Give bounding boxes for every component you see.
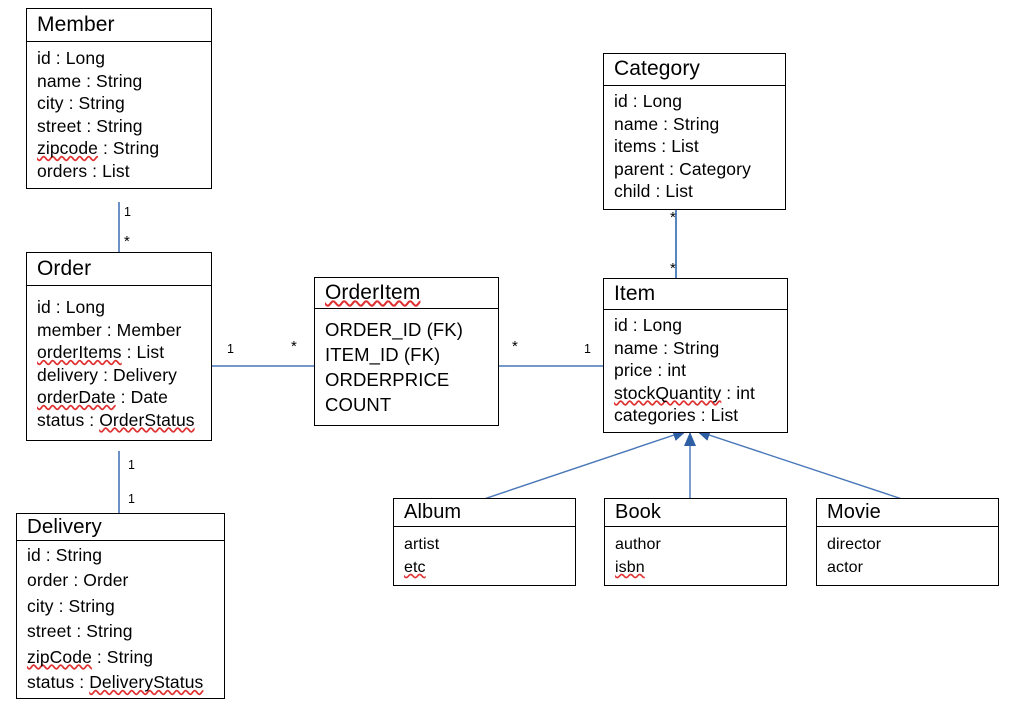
class-attribute: price : int xyxy=(614,360,687,381)
class-attribute: COUNT xyxy=(325,394,392,415)
class-attribute: items : List xyxy=(614,136,699,157)
class-box-category[interactable]: Category id : Long name : String items : L… xyxy=(603,53,786,210)
multiplicity-category-item-near-item: * xyxy=(670,260,676,277)
class-attribute: status : OrderStatus xyxy=(37,409,195,430)
class-box-order[interactable]: Order id : Long member : Member orderItems… xyxy=(26,252,212,441)
class-name-orderitem: OrderItem xyxy=(315,278,498,309)
class-attribute: actor xyxy=(827,559,864,576)
class-attribute: id : Long xyxy=(37,48,106,68)
multiplicity-order-orderitem-near-orderitem: * xyxy=(291,338,297,355)
class-attribute: street : String xyxy=(27,621,133,641)
class-attribute: id : Long xyxy=(614,315,683,335)
class-attribute: ITEM_ID (FK) xyxy=(325,344,441,365)
class-attribute: city : String xyxy=(37,93,125,114)
class-attribute: director xyxy=(827,536,882,553)
class-attribute: orders : List xyxy=(37,160,130,181)
class-attribute: ORDERPRICE xyxy=(325,369,450,390)
multiplicity-order-orderitem-near-order: 1 xyxy=(227,342,234,356)
attribute-list-book: author isbn xyxy=(605,527,786,585)
class-attribute: artist xyxy=(404,536,440,553)
class-attribute: street : String xyxy=(37,115,143,136)
class-attribute: stockQuantity : int xyxy=(614,382,755,403)
class-attribute: status : DeliveryStatus xyxy=(27,672,204,692)
class-attribute: parent : Category xyxy=(614,158,751,179)
multiplicity-order-delivery-near-order: 1 xyxy=(128,458,135,472)
class-name-movie: Movie xyxy=(817,499,998,527)
class-name-book: Book xyxy=(605,499,786,527)
class-name-order: Order xyxy=(27,253,211,286)
class-attribute: id : Long xyxy=(614,91,683,111)
class-attribute: zipCode : String xyxy=(27,646,154,667)
attribute-list-movie: director actor xyxy=(817,527,998,585)
class-box-book[interactable]: Book author isbn xyxy=(604,498,787,586)
class-attribute: order : Order xyxy=(27,570,129,590)
class-attribute: ORDER_ID (FK) xyxy=(325,319,463,340)
class-attribute: zipcode : String xyxy=(37,138,160,159)
attribute-list-category: id : Long name : String items : List parent… xyxy=(604,86,785,209)
edge-album-item xyxy=(480,429,687,501)
class-attribute: name : String xyxy=(614,113,720,134)
attribute-list-member: id : Long name : String city : String stree… xyxy=(27,42,211,188)
class-attribute: child : List xyxy=(614,181,694,202)
class-attribute: categories : List xyxy=(614,405,739,426)
class-box-member[interactable]: Member id : Long name : String city : Stri… xyxy=(26,8,212,189)
multiplicity-orderitem-item-near-item: 1 xyxy=(584,342,591,356)
class-attribute: author xyxy=(615,536,661,553)
attribute-list-orderitem: ORDER_ID (FK) ITEM_ID (FK) ORDERPRICE COUNT xyxy=(315,309,498,425)
class-attribute: city : String xyxy=(27,595,115,616)
class-attribute: orderDate : Date xyxy=(37,387,168,408)
class-box-album[interactable]: Album artist etc xyxy=(393,498,576,586)
class-attribute: etc xyxy=(404,559,426,576)
multiplicity-order-delivery-near-delivery: 1 xyxy=(128,492,135,506)
class-attribute: name : String xyxy=(614,337,720,358)
class-box-movie[interactable]: Movie director actor xyxy=(816,498,999,586)
multiplicity-member-order-near-order: * xyxy=(124,233,130,250)
class-name-item: Item xyxy=(604,279,787,310)
attribute-list-order: id : Long member : Member orderItems : Lis… xyxy=(27,286,211,440)
edge-movie-item xyxy=(696,429,906,501)
class-name-category: Category xyxy=(604,54,785,86)
class-box-delivery[interactable]: Delivery id : String order : Order city : … xyxy=(16,513,225,699)
multiplicity-orderitem-item-near-orderitem: * xyxy=(512,338,518,355)
uml-class-diagram-canvas: 1 * 1 1 1 * * 1 * * Member id : Long name… xyxy=(0,0,1011,701)
class-box-item[interactable]: Item id : Long name : String price : int st… xyxy=(603,278,788,433)
attribute-list-delivery: id : String order : Order city : String str… xyxy=(17,541,224,698)
multiplicity-member-order-near-member: 1 xyxy=(124,205,131,219)
class-attribute: member : Member xyxy=(37,319,182,340)
class-attribute: isbn xyxy=(615,559,645,576)
class-attribute: id : String xyxy=(27,544,103,565)
class-box-orderitem[interactable]: OrderItem ORDER_ID (FK) ITEM_ID (FK) ORDER… xyxy=(314,277,499,426)
class-name-delivery: Delivery xyxy=(17,514,224,541)
class-name-member: Member xyxy=(27,9,211,42)
class-attribute: id : Long xyxy=(37,297,106,317)
multiplicity-category-item-near-category: * xyxy=(670,209,676,226)
class-name-album: Album xyxy=(394,499,575,527)
class-attribute: delivery : Delivery xyxy=(37,364,177,385)
attribute-list-album: artist etc xyxy=(394,527,575,585)
attribute-list-item: id : Long name : String price : int stockQu… xyxy=(604,310,787,432)
class-attribute: name : String xyxy=(37,70,143,91)
class-attribute: orderItems : List xyxy=(37,342,165,363)
